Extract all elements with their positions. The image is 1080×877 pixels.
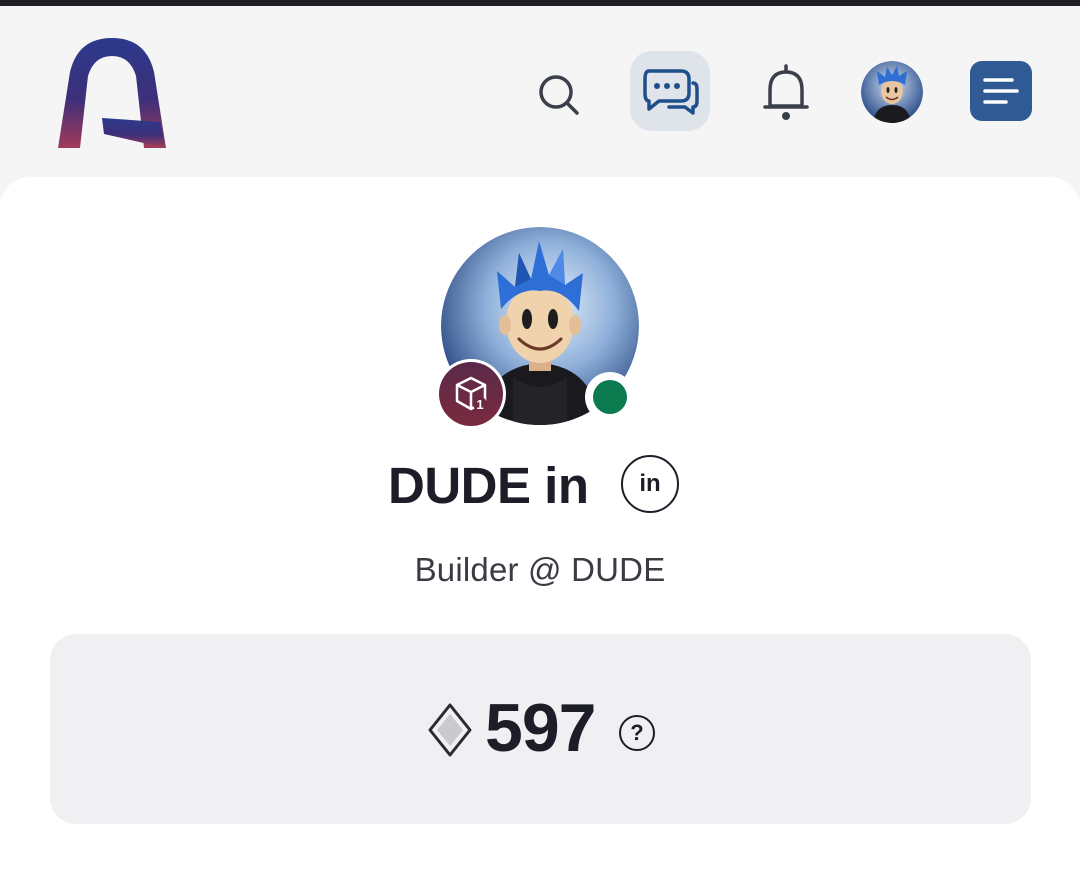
search-icon	[539, 75, 579, 115]
points-value: 597	[485, 690, 596, 766]
level-number: 1	[476, 397, 483, 412]
header-avatar[interactable]	[861, 61, 923, 123]
user-headline: Builder @ DUDE	[414, 551, 666, 588]
online-status-indicator	[585, 372, 635, 422]
name-row: DUDE in in	[0, 451, 1080, 521]
cube-level-icon: 1	[455, 376, 487, 412]
level-badge[interactable]: 1	[436, 359, 506, 429]
app-header	[0, 6, 1080, 176]
points-panel: 597 ?	[50, 634, 1031, 824]
user-name: DUDE in	[388, 457, 589, 514]
notifications-button[interactable]	[754, 58, 818, 128]
app-logo[interactable]	[56, 36, 168, 152]
messages-button[interactable]	[630, 51, 710, 131]
search-button[interactable]	[528, 64, 590, 126]
profile-card: 1 DUDE in in Builder @ DUDE 597 ?	[0, 177, 1080, 877]
gem-icon	[428, 703, 472, 757]
bell-icon	[763, 64, 809, 120]
user-avatar-icon	[861, 61, 923, 123]
points-help-button[interactable]: ?	[619, 715, 655, 751]
linkedin-button[interactable]: in	[621, 455, 679, 513]
chat-bubbles-icon	[643, 69, 699, 115]
linkedin-icon: in	[639, 470, 661, 497]
hamburger-menu-icon	[983, 78, 1019, 104]
question-icon: ?	[630, 720, 644, 745]
menu-button[interactable]	[970, 61, 1032, 121]
